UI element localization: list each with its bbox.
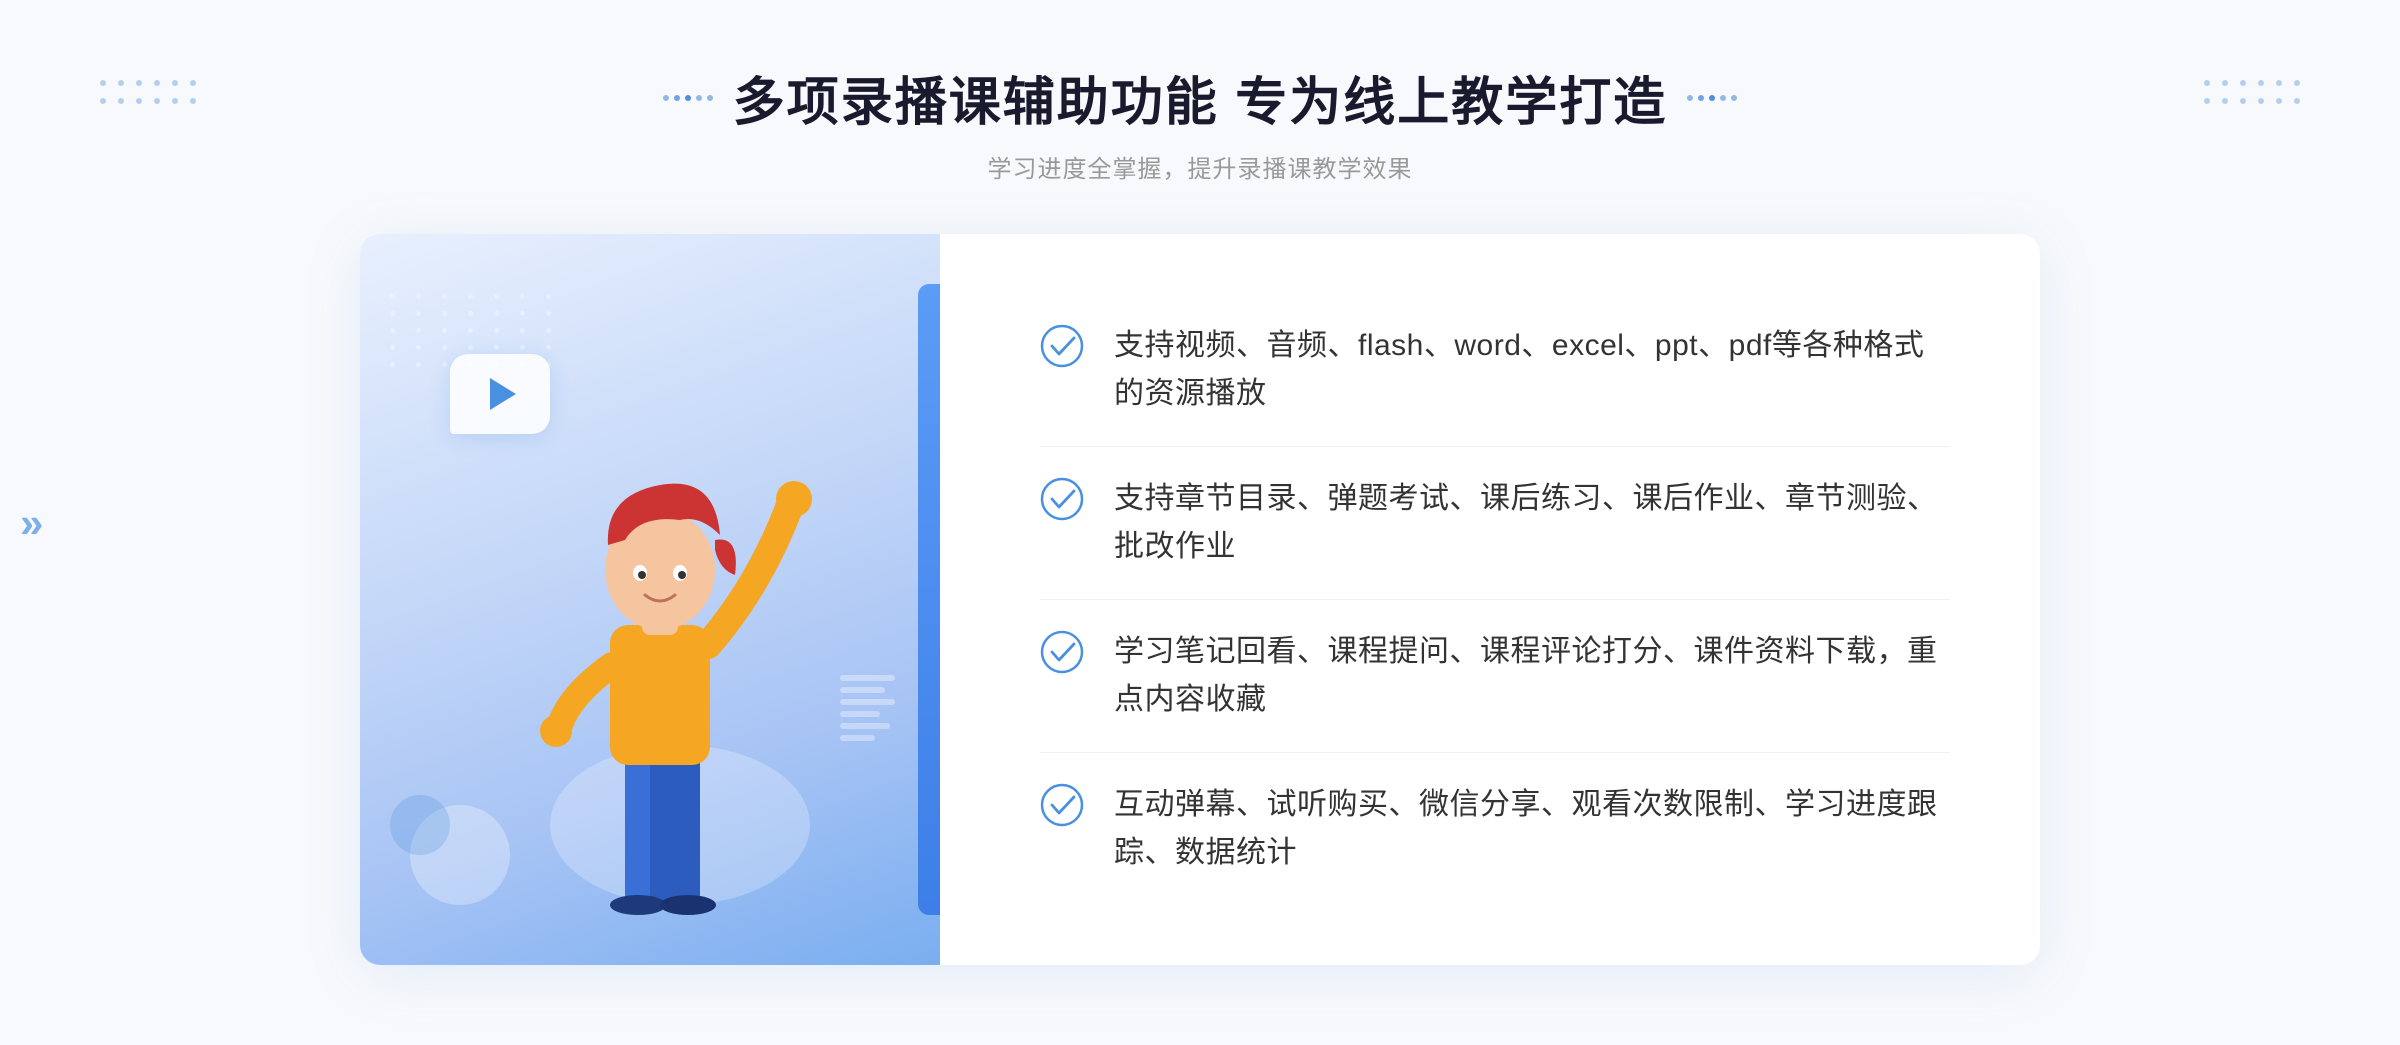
feature-item-2: 支持章节目录、弹题考试、课后练习、课后作业、章节测验、批改作业 bbox=[1040, 447, 1950, 600]
right-features-panel: 支持视频、音频、flash、word、excel、ppt、pdf等各种格式的资源… bbox=[940, 234, 2040, 965]
stripes-decoration bbox=[840, 675, 900, 765]
blue-separator-bar bbox=[918, 284, 940, 915]
bg-dots-top-right bbox=[2204, 80, 2300, 104]
content-area: 支持视频、音频、flash、word、excel、ppt、pdf等各种格式的资源… bbox=[360, 234, 2040, 965]
feature-text-2: 支持章节目录、弹题考试、课后练习、课后作业、章节测验、批改作业 bbox=[1114, 475, 1950, 571]
header-section: 多项录播课辅助功能 专为线上教学打造 学习进度全掌握，提升录播课教学效果 bbox=[663, 60, 1737, 184]
bg-dots-top-left bbox=[100, 80, 196, 104]
figure-illustration bbox=[480, 405, 820, 965]
feature-text-3: 学习笔记回看、课程提问、课程评论打分、课件资料下载，重点内容收藏 bbox=[1114, 628, 1950, 724]
check-icon-4 bbox=[1040, 783, 1084, 827]
header-decorators: 多项录播课辅助功能 专为线上教学打造 bbox=[663, 60, 1737, 135]
feature-text-1: 支持视频、音频、flash、word、excel、ppt、pdf等各种格式的资源… bbox=[1114, 322, 1950, 418]
main-title: 多项录播课辅助功能 专为线上教学打造 bbox=[733, 60, 1667, 135]
page-wrapper: » 多项录播课辅助功能 专为线上教学打造 学习进度全掌握，提升录播课教学效果 bbox=[0, 0, 2400, 1045]
check-icon-1 bbox=[1040, 324, 1084, 368]
circle-decoration-2 bbox=[390, 795, 450, 855]
left-illustration-panel bbox=[360, 234, 940, 965]
decorator-dots-right bbox=[1687, 95, 1737, 101]
feature-item-4: 互动弹幕、试听购买、微信分享、观看次数限制、学习进度跟踪、数据统计 bbox=[1040, 753, 1950, 905]
feature-item-3: 学习笔记回看、课程提问、课程评论打分、课件资料下载，重点内容收藏 bbox=[1040, 600, 1950, 753]
subtitle: 学习进度全掌握，提升录播课教学效果 bbox=[663, 149, 1737, 184]
check-icon-2 bbox=[1040, 477, 1084, 521]
check-icon-3 bbox=[1040, 630, 1084, 674]
left-arrow-decoration: » bbox=[20, 499, 33, 547]
feature-item-1: 支持视频、音频、flash、word、excel、ppt、pdf等各种格式的资源… bbox=[1040, 294, 1950, 447]
decorator-dots-left bbox=[663, 95, 713, 101]
feature-text-4: 互动弹幕、试听购买、微信分享、观看次数限制、学习进度跟踪、数据统计 bbox=[1114, 781, 1950, 877]
